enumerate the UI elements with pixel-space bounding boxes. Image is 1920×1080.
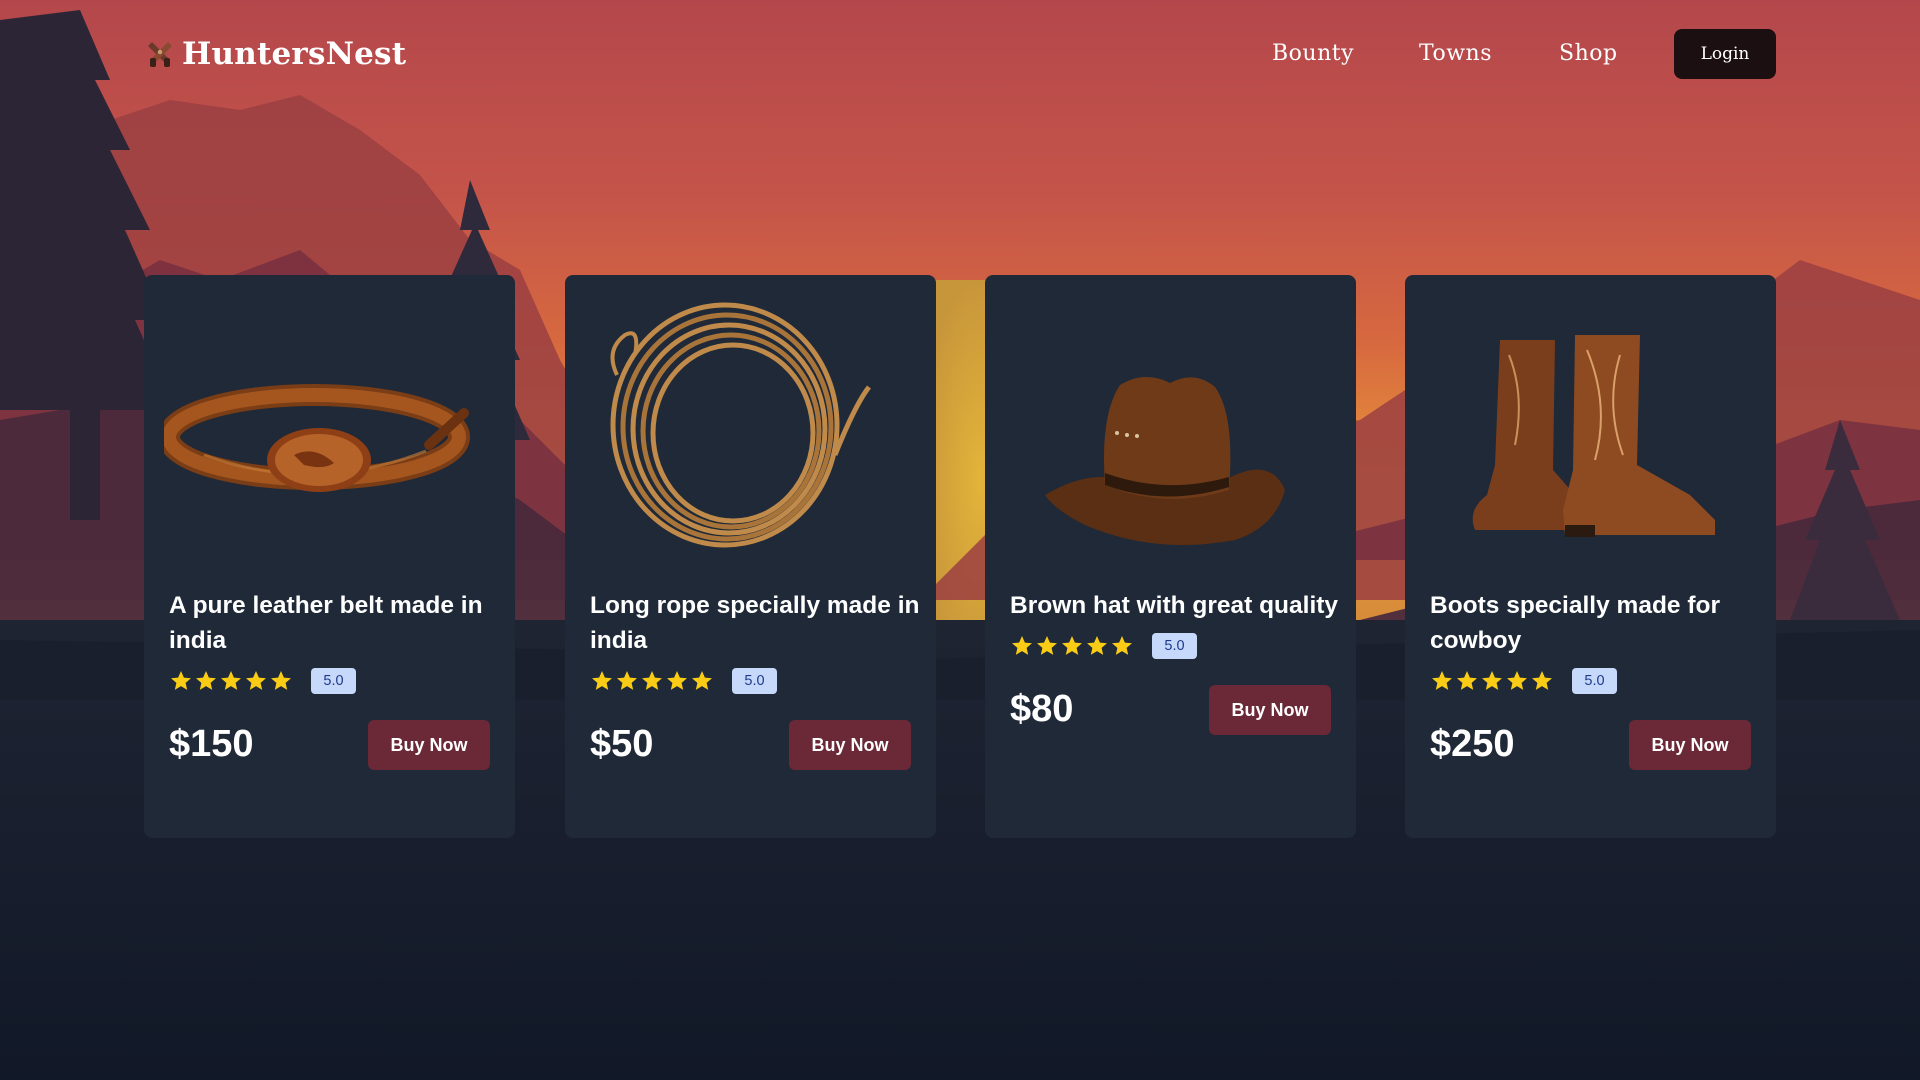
- star-icon: [196, 671, 216, 690]
- rating-badge: 5.0: [311, 668, 356, 694]
- product-card: A pure leather belt made in india 5.0 $1…: [144, 275, 515, 838]
- star-icon: [271, 671, 291, 690]
- buy-now-button[interactable]: Buy Now: [789, 720, 911, 770]
- nav-link-bounty[interactable]: Bounty: [1272, 36, 1354, 72]
- navbar: HuntersNest Bounty Towns Shop Login: [0, 0, 1920, 108]
- product-card: Long rope specially made in india 5.0 $5…: [565, 275, 936, 838]
- rating-badge: 5.0: [1572, 668, 1617, 694]
- brand-logo[interactable]: HuntersNest: [144, 30, 406, 78]
- product-title: Boots specially made for cowboy: [1430, 592, 1721, 654]
- rating-badge: 5.0: [1152, 633, 1197, 659]
- crossed-pistols-icon: [148, 42, 172, 67]
- leather-belt-image: [164, 295, 495, 595]
- star-rating: 5.0: [1430, 668, 1617, 694]
- login-button[interactable]: Login: [1674, 29, 1776, 79]
- star-rating: 5.0: [590, 668, 777, 694]
- cowboy-boots-image: [1425, 295, 1756, 595]
- product-card: Boots specially made for cowboy 5.0 $250…: [1405, 275, 1776, 838]
- nav-link-shop[interactable]: Shop: [1559, 36, 1618, 72]
- cowboy-hat-image: [1005, 295, 1336, 595]
- star-icon: [221, 671, 241, 690]
- rating-badge: 5.0: [732, 668, 777, 694]
- star-icon: [1432, 671, 1452, 690]
- star-icon: [1532, 671, 1552, 690]
- star-icon: [1112, 636, 1132, 655]
- star-icon: [1012, 636, 1032, 655]
- brand-name: HuntersNest: [182, 36, 407, 72]
- product-price: $250: [1430, 723, 1515, 765]
- nav-link-towns[interactable]: Towns: [1419, 36, 1492, 72]
- star-icon: [1062, 636, 1082, 655]
- product-price: $80: [1010, 688, 1074, 730]
- product-title: Brown hat with great quality: [1010, 592, 1339, 619]
- star-icon: [1507, 671, 1527, 690]
- star-icon: [642, 671, 662, 690]
- star-icon: [1457, 671, 1477, 690]
- buy-now-button[interactable]: Buy Now: [1629, 720, 1751, 770]
- star-rating: 5.0: [169, 668, 356, 694]
- star-icon: [1482, 671, 1502, 690]
- product-price: $150: [169, 723, 254, 765]
- star-icon: [1037, 636, 1057, 655]
- buy-now-button[interactable]: Buy Now: [368, 720, 490, 770]
- product-price: $50: [590, 723, 654, 765]
- star-icon: [592, 671, 612, 690]
- star-icon: [171, 671, 191, 690]
- star-rating: 5.0: [1010, 633, 1197, 659]
- buy-now-button[interactable]: Buy Now: [1209, 685, 1331, 735]
- product-title: Long rope specially made in india: [590, 592, 920, 654]
- product-title: A pure leather belt made in india: [169, 592, 483, 654]
- rope-coil-image: [585, 295, 916, 595]
- star-icon: [692, 671, 712, 690]
- star-icon: [617, 671, 637, 690]
- product-card: Brown hat with great quality 5.0 $80 Buy…: [985, 275, 1356, 838]
- star-icon: [1087, 636, 1107, 655]
- star-icon: [667, 671, 687, 690]
- star-icon: [246, 671, 266, 690]
